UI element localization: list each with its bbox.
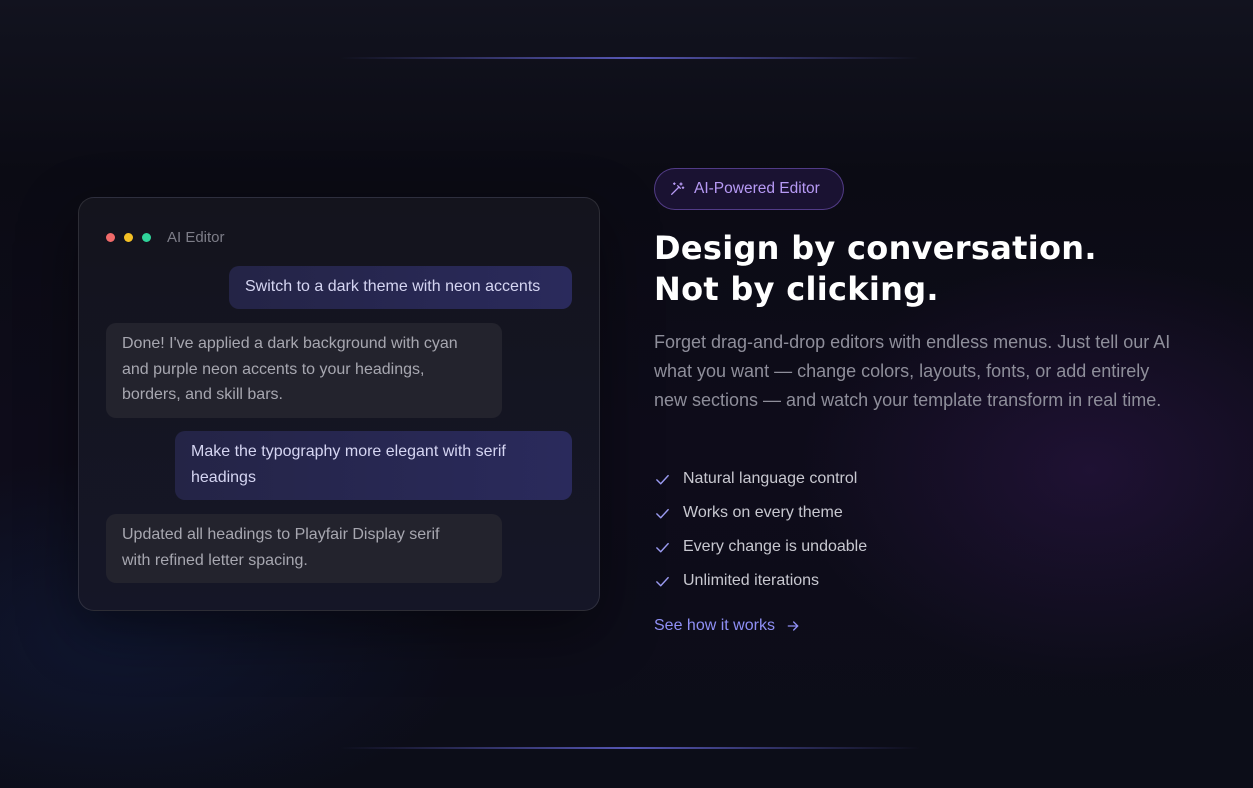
chat-message-text: Done! I've applied a dark background wit… xyxy=(122,335,458,403)
window-dot-red xyxy=(106,232,115,242)
chat-message-text: Switch to a dark theme with neon accents xyxy=(245,278,541,295)
feature-label: Every change is undoable xyxy=(683,538,868,555)
chat-message-ai: Done! I've applied a dark background wit… xyxy=(106,323,502,418)
ai-editor-window: AI Editor Switch to a dark theme with ne… xyxy=(78,197,600,611)
chat-message-user: Make the typography more elegant with se… xyxy=(175,431,572,500)
top-glow-divider xyxy=(340,57,920,59)
feature-item: Natural language control xyxy=(654,462,867,496)
check-icon xyxy=(656,576,669,586)
feature-list: Natural language control Works on every … xyxy=(654,462,867,598)
feature-item: Works on every theme xyxy=(654,496,867,530)
headline-line-2: Not by clicking. xyxy=(654,270,939,308)
magic-wand-icon xyxy=(671,182,685,195)
arrow-right-icon xyxy=(787,621,799,631)
window-title: AI Editor xyxy=(167,228,225,246)
check-icon xyxy=(656,474,669,484)
badge-label: AI-Powered Editor xyxy=(694,180,820,197)
feature-label: Natural language control xyxy=(683,470,858,487)
see-how-it-works-link[interactable]: See how it works xyxy=(654,617,801,635)
window-dot-green xyxy=(142,232,151,242)
window-dot-yellow xyxy=(124,232,133,242)
section-headline: Design by conversation. Not by clicking. xyxy=(654,228,1097,310)
headline-line-1: Design by conversation. xyxy=(654,229,1097,267)
chat-message-text: Updated all headings to Playfair Display… xyxy=(122,526,440,569)
cta-label: See how it works xyxy=(654,617,775,634)
feature-item: Every change is undoable xyxy=(654,530,867,564)
ai-powered-badge: AI-Powered Editor xyxy=(654,168,844,210)
feature-label: Unlimited iterations xyxy=(683,572,820,589)
window-header: AI Editor xyxy=(106,228,225,246)
chat-message-user: Switch to a dark theme with neon accents xyxy=(229,266,572,309)
feature-label: Works on every theme xyxy=(683,504,843,521)
check-icon xyxy=(656,508,669,518)
check-icon xyxy=(656,542,669,552)
section-description: Forget drag-and-drop editors with endles… xyxy=(654,332,1171,410)
chat-message-ai: Updated all headings to Playfair Display… xyxy=(106,514,502,583)
bottom-glow-divider xyxy=(340,747,920,749)
chat-message-text: Make the typography more elegant with se… xyxy=(191,443,506,486)
feature-item: Unlimited iterations xyxy=(654,564,867,598)
